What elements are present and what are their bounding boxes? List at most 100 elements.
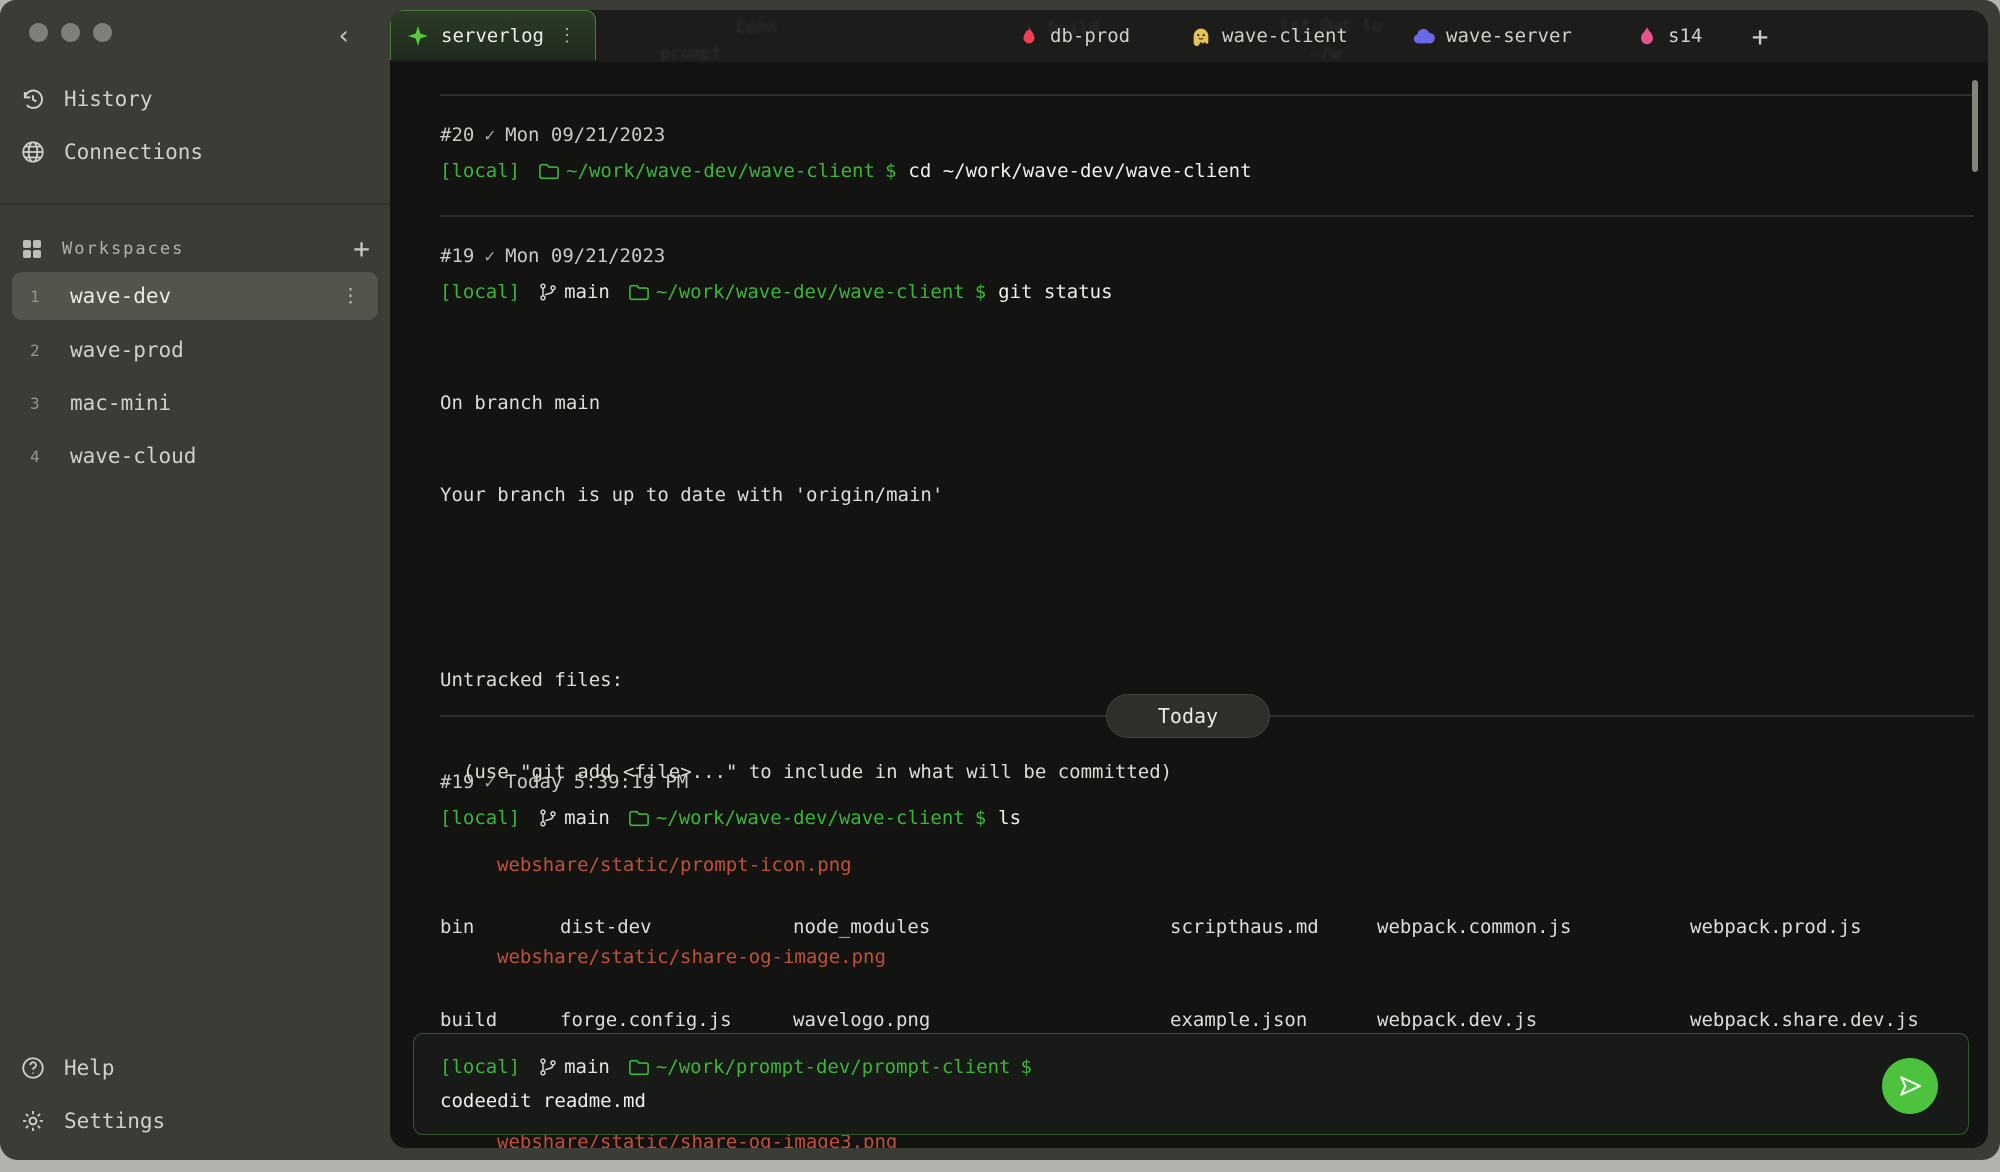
command-input-text[interactable]: codeedit readme.md bbox=[440, 1090, 646, 1112]
command-text: cd ~/work/wave-dev/wave-client bbox=[908, 160, 1252, 182]
close-button[interactable] bbox=[29, 23, 48, 42]
command-text: ls bbox=[998, 807, 1022, 829]
app-window-stage: ‹ History Connections Workspaces + 1 wav… bbox=[0, 0, 2000, 1172]
prompt-dollar: $ bbox=[884, 160, 897, 182]
tab-label: db-prod bbox=[1050, 25, 1131, 47]
sidebar-item-label: Settings bbox=[64, 1109, 166, 1133]
command-number: #19 bbox=[440, 245, 475, 267]
ghost-text: Conn bbox=[736, 18, 777, 38]
ls-entry: webpack.prod.js bbox=[1690, 916, 1862, 938]
workspace-item-wave-dev[interactable]: 1 wave-dev ⋮ bbox=[12, 272, 378, 320]
command-input-box[interactable]: [local] main ~/work/prompt-dev/prompt-cl… bbox=[413, 1033, 1969, 1135]
workspaces-header: Workspaces + bbox=[20, 235, 370, 263]
ls-entry: dist-dev bbox=[560, 916, 652, 938]
folder-icon bbox=[628, 1059, 649, 1076]
tab-label: wave-server bbox=[1446, 25, 1572, 47]
output-line: On branch main bbox=[440, 391, 601, 414]
prompt-host: [local] bbox=[440, 160, 521, 182]
tab-label: wave-client bbox=[1222, 25, 1348, 47]
gear-icon bbox=[23, 1111, 43, 1131]
workspace-name: wave-prod bbox=[70, 338, 184, 362]
check-icon: ✓ bbox=[484, 124, 496, 146]
drop-icon bbox=[1641, 27, 1653, 45]
tab-wave-client[interactable]: wave-client bbox=[1184, 10, 1354, 62]
ls-entry: node_modules bbox=[793, 916, 931, 938]
ls-entry: webpack.dev.js bbox=[1377, 1009, 1538, 1031]
git-branch-icon bbox=[540, 283, 556, 301]
workspace-item-wave-prod[interactable]: 2 wave-prod bbox=[12, 326, 378, 374]
command-text: git status bbox=[998, 281, 1113, 303]
tab-label: serverlog bbox=[441, 24, 544, 47]
ls-entry: forge.config.js bbox=[560, 1009, 732, 1031]
new-tab-button[interactable]: + bbox=[1738, 10, 1782, 62]
workspace-number: 1 bbox=[30, 286, 40, 306]
grid-icon bbox=[23, 240, 41, 258]
history-icon bbox=[23, 89, 43, 109]
sidebar-item-connections[interactable]: Connections bbox=[20, 139, 203, 165]
sidebar-item-label: Connections bbox=[64, 140, 204, 164]
workspace-kebab-icon[interactable]: ⋮ bbox=[341, 285, 360, 307]
sidebar-item-help[interactable]: Help bbox=[20, 1055, 115, 1081]
prompt-line: [local] main ~/work/wave-dev/wave-client… bbox=[440, 807, 1021, 829]
command-meta: #19 ✓ Today 5:39:19 PM bbox=[440, 771, 688, 793]
command-date: Mon 09/21/2023 bbox=[505, 124, 666, 146]
prompt-cwd: ~/work/prompt-dev/prompt-client bbox=[655, 1056, 1011, 1078]
input-prompt-line: [local] main ~/work/prompt-dev/prompt-cl… bbox=[440, 1056, 1032, 1078]
ls-entry: webpack.share.dev.js bbox=[1690, 1009, 1919, 1031]
prompt-host: [local] bbox=[440, 1056, 521, 1078]
command-meta: #19 ✓ Mon 09/21/2023 bbox=[440, 245, 665, 267]
flame-icon bbox=[1023, 26, 1035, 44]
folder-icon bbox=[628, 284, 649, 301]
prompt-branch: main bbox=[564, 807, 610, 829]
prompt-branch: main bbox=[564, 281, 610, 303]
prompt-branch: main bbox=[564, 1056, 610, 1078]
ls-entry: wavelogo.png bbox=[793, 1009, 931, 1031]
smiley-icon bbox=[1193, 28, 1209, 46]
workspace-item-mac-mini[interactable]: 3 mac-mini bbox=[12, 379, 378, 427]
tab-bar: Conn build lst Out lu prompt ~/w serverl… bbox=[390, 10, 1988, 64]
prompt-cwd: ~/work/wave-dev/wave-client bbox=[655, 807, 965, 829]
prompt-dollar: $ bbox=[974, 807, 987, 829]
prompt-cwd: ~/work/wave-dev/wave-client bbox=[655, 281, 965, 303]
tab-wave-server[interactable]: wave-server bbox=[1406, 10, 1578, 62]
sidebar-item-history[interactable]: History bbox=[20, 86, 153, 112]
git-branch-icon bbox=[540, 809, 556, 827]
sparkle-icon bbox=[408, 25, 428, 46]
today-label: Today bbox=[1157, 704, 1219, 728]
ls-entry: webpack.common.js bbox=[1377, 916, 1572, 938]
output-line: Your branch is up to date with 'origin/m… bbox=[440, 483, 944, 506]
send-command-button[interactable] bbox=[1882, 1058, 1938, 1114]
command-date: Today 5:39:19 PM bbox=[505, 771, 689, 793]
tab-s14[interactable]: s14 bbox=[1630, 10, 1708, 62]
ls-entry: bin bbox=[440, 916, 475, 938]
sidebar-item-label: Help bbox=[64, 1056, 115, 1080]
sidebar-item-settings[interactable]: Settings bbox=[20, 1108, 165, 1134]
scrollbar[interactable] bbox=[1972, 80, 1978, 172]
prompt-dollar: $ bbox=[974, 281, 987, 303]
tab-serverlog[interactable]: serverlog ⋮ bbox=[390, 10, 596, 60]
ls-entry: scripthaus.md bbox=[1170, 916, 1319, 938]
command-number: #20 bbox=[440, 124, 475, 146]
workspace-number: 2 bbox=[30, 340, 40, 360]
sidebar-divider bbox=[0, 203, 390, 205]
workspace-number: 3 bbox=[30, 393, 40, 413]
maximize-button[interactable] bbox=[93, 23, 112, 42]
workspace-item-wave-cloud[interactable]: 4 wave-cloud bbox=[12, 432, 378, 480]
today-badge: Today bbox=[1106, 694, 1270, 738]
collapse-sidebar-icon[interactable]: ‹ bbox=[330, 22, 358, 50]
ghost-text: prompt bbox=[660, 44, 722, 64]
tab-kebab-icon[interactable]: ⋮ bbox=[558, 25, 576, 46]
output-line: Untracked files: bbox=[440, 668, 624, 691]
tab-db-prod[interactable]: db-prod bbox=[1012, 10, 1136, 62]
prompt-line: [local] main ~/work/wave-dev/wave-client… bbox=[440, 281, 1113, 303]
check-icon: ✓ bbox=[484, 771, 496, 793]
prompt-dollar: $ bbox=[1020, 1056, 1032, 1078]
ls-entry: build bbox=[440, 1009, 498, 1031]
folder-icon bbox=[628, 810, 649, 827]
ls-entry: example.json bbox=[1170, 1009, 1308, 1031]
workspace-name: mac-mini bbox=[70, 391, 172, 415]
add-workspace-button[interactable]: + bbox=[353, 235, 370, 263]
prompt-line: [local] ~/work/wave-dev/wave-client $ cd… bbox=[440, 160, 1252, 182]
minimize-button[interactable] bbox=[61, 23, 80, 42]
check-icon: ✓ bbox=[484, 245, 496, 267]
